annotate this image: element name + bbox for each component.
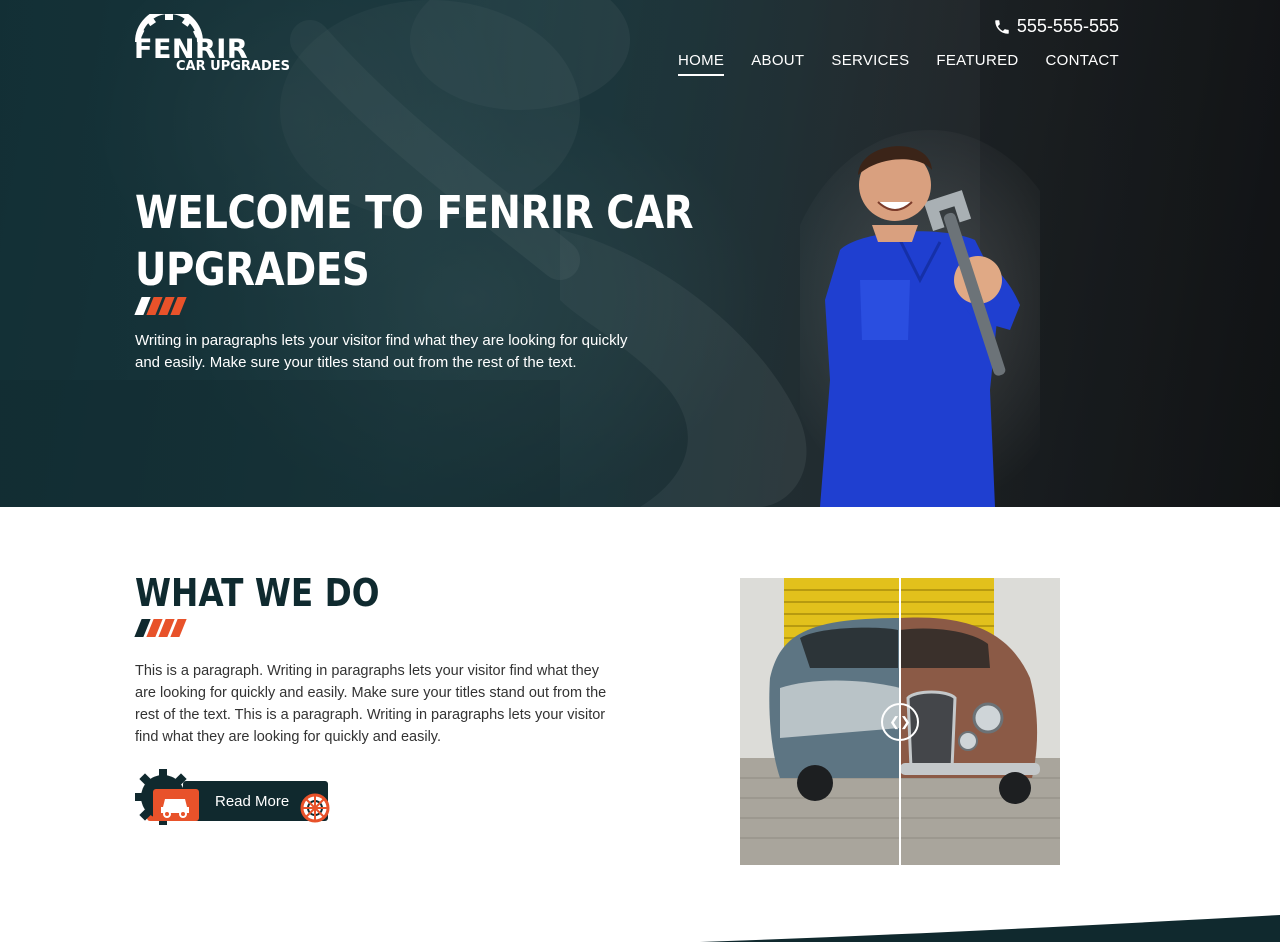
what-we-do-title: WHAT WE DO: [135, 571, 380, 615]
phone-contact[interactable]: 555-555-555: [993, 16, 1119, 37]
hero-title: WELCOME TO FENRIR CAR UPGRADES: [135, 184, 694, 298]
nav-services[interactable]: SERVICES: [831, 52, 909, 76]
nav-home[interactable]: HOME: [678, 52, 725, 76]
what-we-do-divider-stripes: [134, 619, 187, 637]
main-nav: HOME ABOUT SERVICES FEATURED CONTACT: [678, 52, 1119, 76]
before-after-image-slider[interactable]: ❮❯: [740, 578, 1060, 865]
hero-section: FENRIR CAR UPGRADES 555-555-555 HOME ABO…: [0, 0, 1280, 507]
read-more-button[interactable]: Read More: [135, 769, 330, 825]
hero-divider-stripes: [134, 297, 187, 315]
logo[interactable]: FENRIR CAR UPGRADES: [134, 14, 294, 78]
nav-contact[interactable]: CONTACT: [1046, 52, 1119, 76]
read-more-label: Read More: [215, 793, 290, 810]
hero-title-line2: UPGRADES: [135, 243, 370, 296]
hero-title-line1: WELCOME TO FENRIR CAR: [135, 186, 694, 239]
what-we-do-paragraph: This is a paragraph. Writing in paragrap…: [135, 663, 607, 745]
hero-paragraph: Writing in paragraphs lets your visitor …: [135, 332, 628, 371]
nav-about[interactable]: ABOUT: [751, 52, 804, 76]
mechanic-image: [800, 130, 1040, 507]
slider-arrows-icon[interactable]: ❮❯: [881, 703, 919, 741]
phone-icon: [995, 19, 1009, 34]
logo-tagline: CAR UPGRADES: [176, 59, 290, 74]
phone-number: 555-555-555: [1016, 16, 1119, 36]
footer-wave-divider: [700, 915, 1280, 942]
gear-car-icon: [135, 769, 197, 825]
wheel-icon: [300, 793, 330, 823]
nav-featured[interactable]: FEATURED: [936, 52, 1018, 76]
